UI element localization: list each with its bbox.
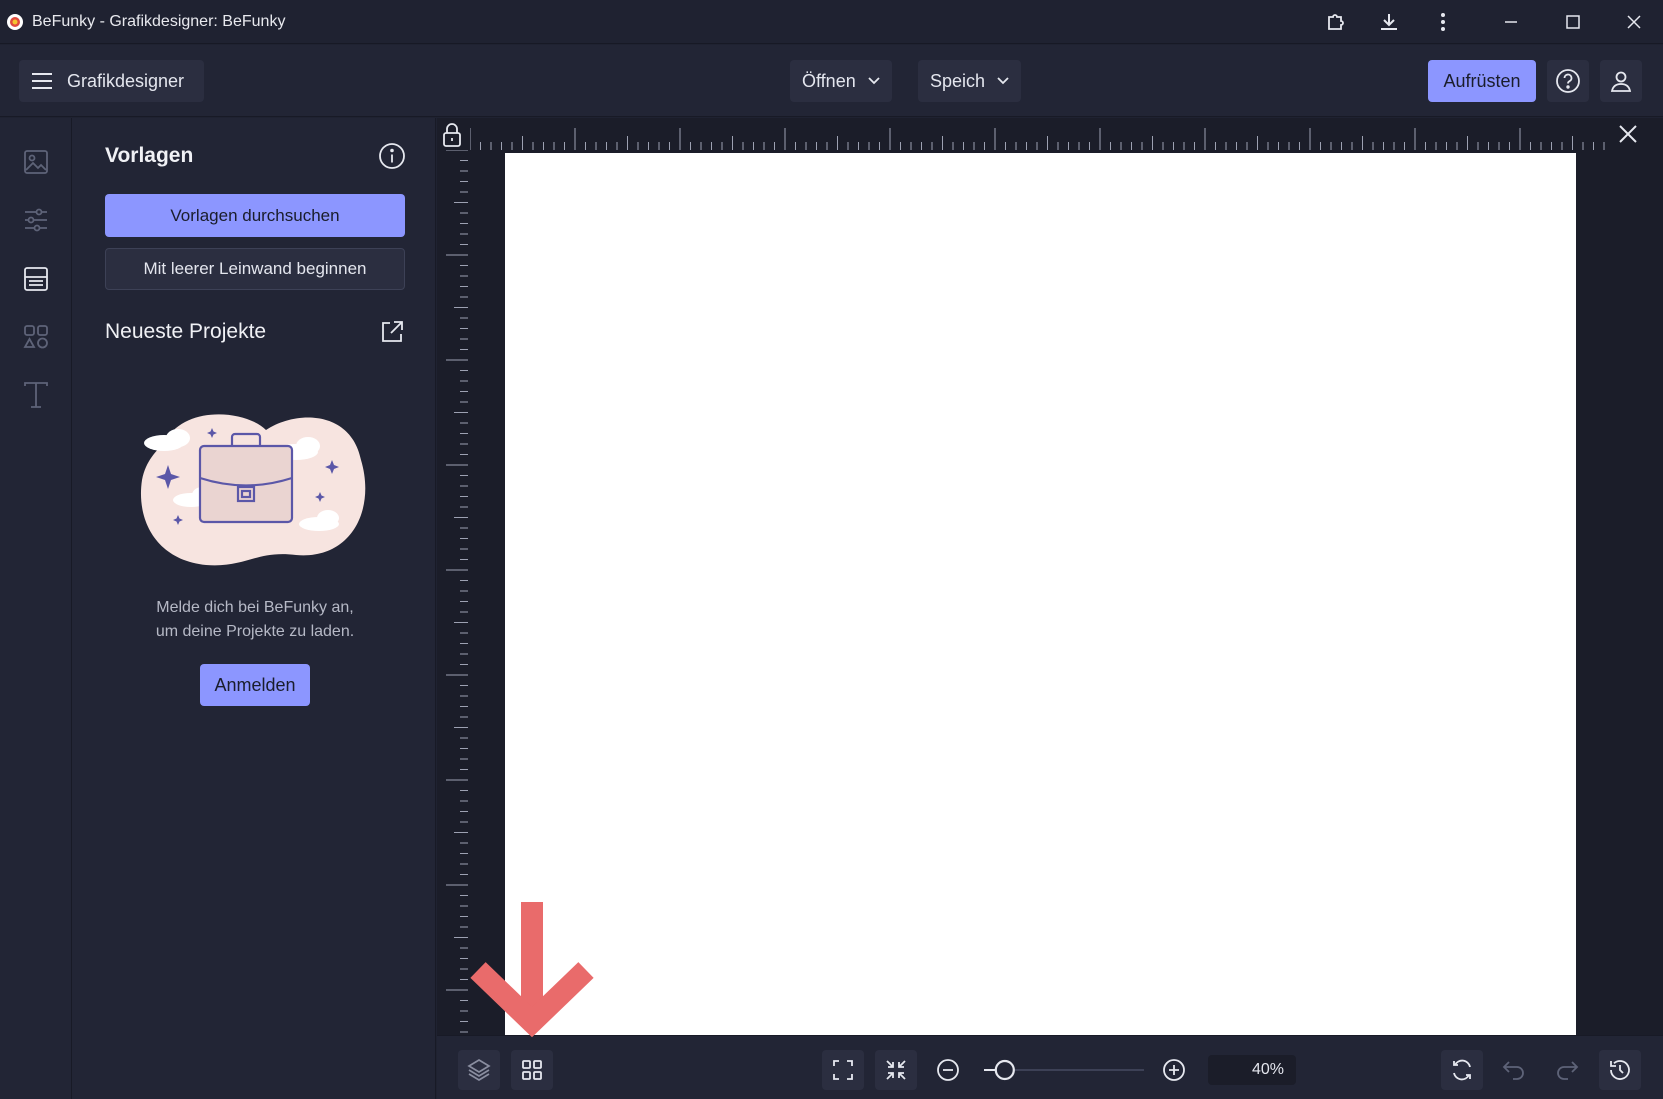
redo-icon[interactable] [1554, 1058, 1580, 1082]
window-title: BeFunky - Grafikdesigner: BeFunky [32, 13, 286, 30]
save-dropdown[interactable]: Speich [918, 60, 1022, 102]
external-link-icon[interactable] [380, 320, 404, 344]
chevron-down-icon [868, 77, 880, 85]
refresh-button[interactable] [1441, 1050, 1483, 1090]
browser-app-icon [6, 13, 24, 31]
open-dropdown[interactable]: Öffnen [790, 60, 892, 102]
help-icon [1556, 69, 1580, 93]
blank-canvas-button[interactable]: Mit leerer Leinwand beginnen [105, 248, 405, 290]
fit-to-screen-button[interactable] [822, 1050, 864, 1090]
user-icon [1610, 71, 1632, 92]
hamburger-icon [32, 73, 52, 89]
zoom-out-icon[interactable] [936, 1058, 960, 1082]
minimize-icon[interactable] [1498, 9, 1524, 35]
zoom-in-icon[interactable] [1162, 1058, 1186, 1082]
design-canvas[interactable] [505, 153, 1576, 1035]
actual-size-button[interactable] [875, 1050, 917, 1090]
panel-title: Vorlagen [105, 144, 194, 167]
shrink-icon [886, 1060, 906, 1080]
zoom-slider[interactable] [980, 1058, 1148, 1082]
info-icon[interactable] [378, 142, 406, 170]
login-button[interactable]: Anmelden [200, 664, 310, 706]
layers-icon [467, 1059, 491, 1081]
more-vertical-icon[interactable] [1430, 9, 1456, 35]
lock-icon[interactable] [441, 122, 463, 148]
shapes-icon [23, 325, 48, 349]
grid-icon [522, 1060, 542, 1080]
templates-icon [24, 267, 48, 291]
account-button[interactable] [1600, 60, 1642, 102]
save-label: Speich [930, 70, 986, 91]
login-prompt: Melde dich bei BeFunky an, um deine Proj… [105, 596, 405, 644]
login-prompt-line1: Melde dich bei BeFunky an, [156, 599, 354, 616]
extensions-icon[interactable] [1323, 9, 1349, 35]
login-prompt-line2: um deine Projekte zu laden. [155, 623, 355, 640]
open-label: Öffnen [802, 70, 856, 91]
text-icon [24, 382, 48, 408]
window-titlebar: BeFunky - Grafikdesigner: BeFunky [0, 0, 1663, 44]
rail-item-adjust[interactable] [14, 198, 58, 242]
layers-button[interactable] [458, 1050, 500, 1090]
zoom-percent-field[interactable]: 40% [1208, 1055, 1296, 1085]
download-icon[interactable] [1376, 9, 1402, 35]
vertical-ruler[interactable] [440, 150, 468, 1034]
help-button[interactable] [1547, 60, 1589, 102]
refresh-icon [1453, 1059, 1471, 1081]
rail-item-templates[interactable] [14, 257, 58, 301]
history-icon [1610, 1060, 1630, 1080]
browse-templates-button[interactable]: Vorlagen durchsuchen [105, 194, 405, 237]
rail-item-image[interactable] [14, 140, 58, 184]
menu-label: Grafikdesigner [67, 70, 185, 91]
app-header: Grafikdesigner Öffnen Speich Aufrüsten [0, 45, 1663, 117]
rail-item-graphics[interactable] [14, 315, 58, 359]
chevron-down-icon [997, 77, 1009, 85]
rail-item-text[interactable] [14, 373, 58, 417]
expand-icon [833, 1060, 853, 1080]
close-rulers-icon[interactable] [1616, 122, 1642, 148]
horizontal-ruler[interactable] [470, 122, 1610, 150]
upgrade-button[interactable]: Aufrüsten [1428, 60, 1536, 102]
zoom-slider-handle [994, 1059, 1015, 1081]
image-icon [24, 150, 48, 174]
recent-projects-title: Neueste Projekte [105, 320, 267, 343]
tool-rail [0, 118, 72, 1099]
templates-panel: Vorlagen Vorlagen durchsuchen Mit leerer… [72, 118, 436, 1099]
undo-icon[interactable] [1501, 1058, 1527, 1082]
briefcase-illustration-icon [136, 400, 374, 570]
main-menu-button[interactable]: Grafikdesigner [19, 60, 204, 102]
grid-view-button[interactable] [511, 1050, 553, 1090]
annotation-arrow-icon [470, 900, 600, 1040]
history-button[interactable] [1599, 1050, 1641, 1090]
close-window-icon[interactable] [1621, 9, 1647, 35]
maximize-icon[interactable] [1560, 9, 1586, 35]
sliders-icon [25, 208, 47, 232]
